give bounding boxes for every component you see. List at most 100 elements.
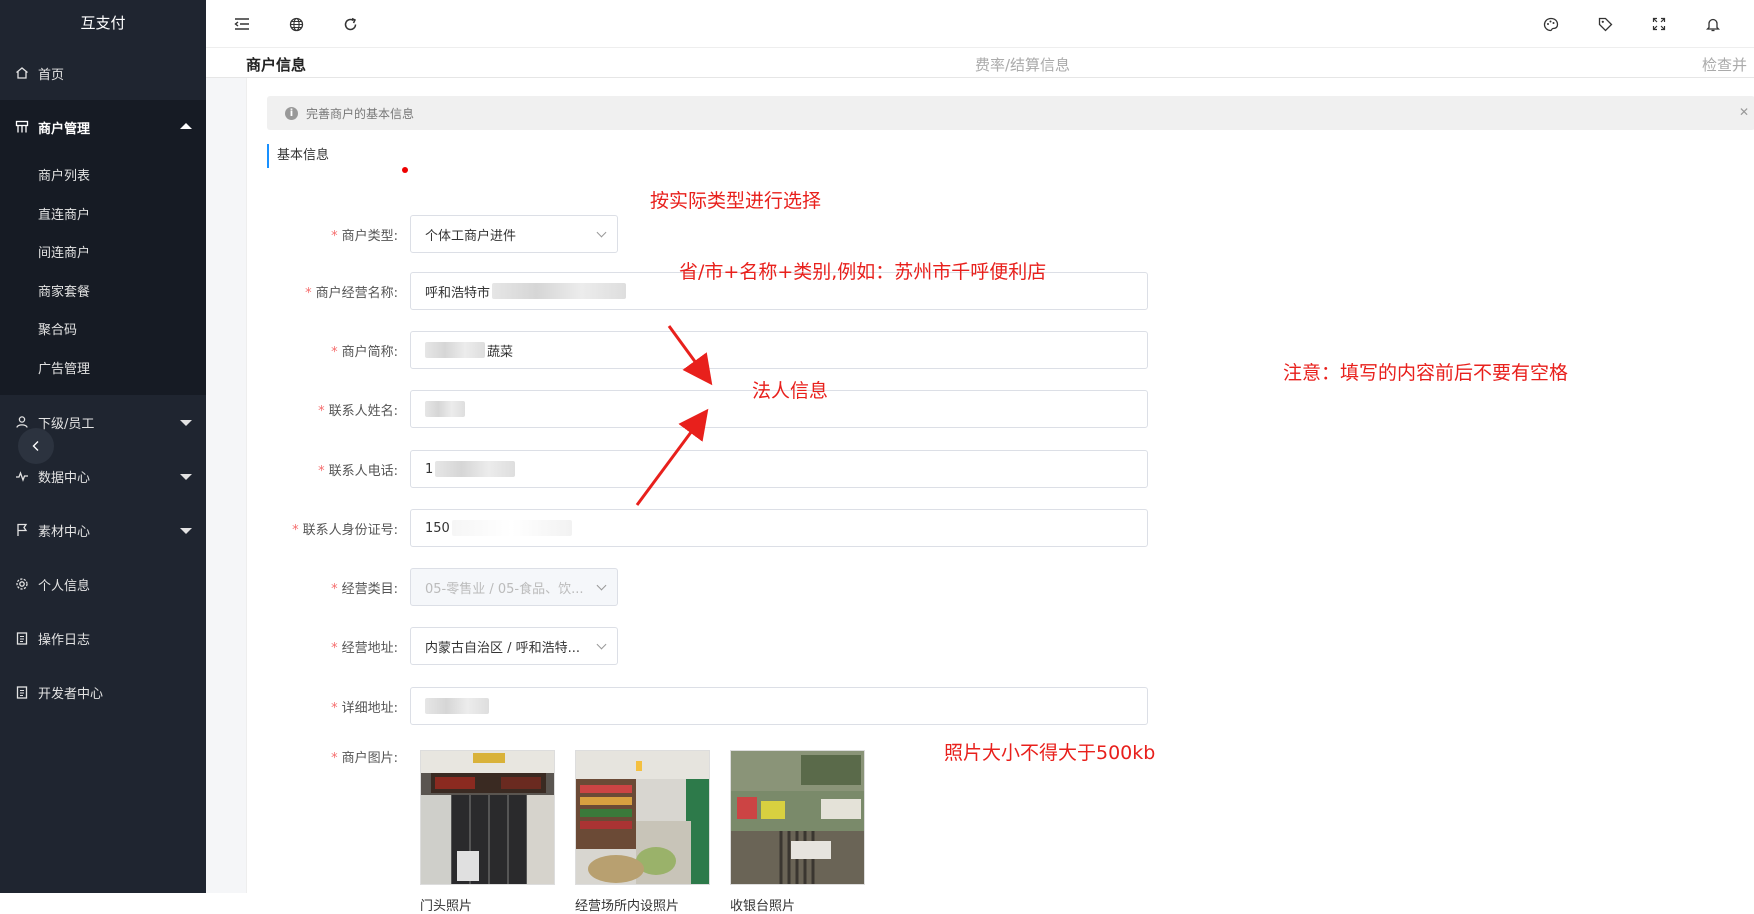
form-row-merchant-type: * 商户类型: 个体工商户进件	[247, 215, 618, 253]
annotation-no-spaces: 注意：填写的内容前后不要有空格	[1283, 362, 1569, 384]
input-value: 1	[425, 461, 434, 477]
form-label: * 联系人身份证号:	[292, 522, 398, 538]
checkout-counter-photo[interactable]	[730, 750, 865, 885]
sidebar-item-operation-log[interactable]: 操作日志	[0, 611, 206, 665]
redacted-text	[435, 461, 516, 477]
form-label: * 商户经营名称:	[305, 285, 398, 301]
menu-fold-icon[interactable]	[232, 14, 252, 34]
sidebar-subitem-aggregate-code[interactable]: 聚合码	[0, 312, 206, 351]
form-label: * 经营类目:	[331, 581, 398, 597]
sidebar-item-developer-center[interactable]: 开发者中心	[0, 665, 206, 719]
sidebar-subitem-label: 广告管理	[38, 361, 91, 377]
redacted-text	[451, 520, 572, 536]
interior-photo[interactable]	[575, 750, 710, 885]
top-bar	[206, 0, 1754, 48]
chevron-down-icon	[180, 528, 192, 534]
form-label: * 商户类型:	[331, 228, 398, 244]
sidebar-subitem-direct-merchant[interactable]: 直连商户	[0, 197, 206, 236]
address-select[interactable]: 内蒙古自治区 / 呼和浩特...	[410, 627, 618, 665]
chevron-up-icon	[180, 123, 192, 129]
home-icon	[14, 65, 30, 81]
sidebar-subitem-merchant-list[interactable]: 商户列表	[0, 158, 206, 197]
form-label: * 详细地址:	[331, 700, 398, 716]
sidebar-item-profile[interactable]: 个人信息	[0, 557, 206, 611]
annotation-select-type: 按实际类型进行选择	[650, 190, 822, 212]
sidebar-collapse-button[interactable]	[18, 428, 54, 464]
gear-icon	[14, 576, 30, 592]
user-icon	[14, 414, 30, 430]
sidebar-item-merchant-management[interactable]: 商户管理	[0, 100, 206, 154]
alert-text: 完善商户的基本信息	[306, 106, 415, 121]
sidebar-item-home[interactable]: 首页	[0, 46, 206, 100]
sidebar: 互支付 首页 商户管理 商户列表 直连商户 间连商户 商家套餐 聚合码 广告管理…	[0, 0, 206, 893]
photo-caption: 门头照片	[420, 899, 473, 914]
tag-icon[interactable]	[1595, 14, 1615, 34]
app-logo: 互支付	[80, 14, 126, 32]
redacted-text	[425, 342, 485, 358]
chevron-down-icon	[180, 420, 192, 426]
grid-icon	[14, 119, 30, 135]
sidebar-subitem-indirect-merchant[interactable]: 间连商户	[0, 235, 206, 274]
contact-id-input[interactable]: 150	[410, 509, 1148, 547]
palette-icon[interactable]	[1541, 14, 1561, 34]
form-label: * 联系人姓名:	[318, 403, 398, 419]
redacted-text	[492, 283, 627, 299]
input-value: 150	[425, 520, 450, 536]
merchant-submenu: 商户列表 直连商户 间连商户 商家套餐 聚合码 广告管理	[0, 154, 206, 395]
sidebar-item-label: 个人信息	[38, 578, 91, 594]
select-value: 内蒙古自治区 / 呼和浩特...	[425, 640, 581, 656]
step-bar: 商户信息 费率/结算信息 检查并提	[206, 48, 1754, 95]
form-label: * 商户图片:	[331, 751, 398, 766]
annotation-legal-info: 法人信息	[752, 380, 829, 402]
bell-icon[interactable]	[1703, 14, 1723, 34]
main-content: 商户信息 费率/结算信息 检查并提 i 完善商户的基本信息 ✕ 基本信息 *商户…	[206, 48, 1754, 914]
flag-icon	[14, 522, 30, 538]
merchant-type-select[interactable]: 个体工商户进件	[410, 215, 618, 253]
info-icon: i	[285, 106, 298, 120]
form-row-detail-address: * 详细地址:	[247, 687, 1148, 725]
annotation-name-format: 省/市+名称+类别,例如：苏州市千呼便利店	[679, 261, 1047, 283]
section-title: 基本信息	[267, 144, 329, 168]
category-select[interactable]: 05-零售业 / 05-食品、饮...	[410, 568, 618, 606]
contact-phone-input[interactable]: 1	[410, 450, 1148, 488]
sidebar-item-label: 首页	[38, 67, 65, 83]
form-label: * 商户简称:	[331, 344, 398, 360]
sidebar-subitem-ad-management[interactable]: 广告管理	[0, 351, 206, 390]
annotation-dot	[402, 167, 408, 173]
chevron-down-icon	[180, 474, 192, 480]
step-rate-settlement[interactable]: 费率/结算信息	[975, 54, 1070, 75]
sidebar-item-label: 下级/员工	[38, 416, 95, 432]
sidebar-item-material-center[interactable]: 素材中心	[0, 503, 206, 557]
redacted-text	[425, 401, 465, 417]
globe-icon[interactable]	[286, 14, 306, 34]
select-value: 05-零售业 / 05-食品、饮...	[425, 581, 584, 597]
form-row-contact-phone: * 联系人电话: 1	[247, 450, 1148, 488]
form-row-contact-id: * 联系人身份证号: 150	[247, 509, 1148, 547]
fullscreen-icon[interactable]	[1649, 14, 1669, 34]
input-value: 呼和浩特市	[425, 285, 491, 301]
pulse-icon	[14, 468, 30, 484]
annotation-photo-size: 照片大小不得大于500kb	[944, 742, 1156, 764]
form-row-contact-name: * 联系人姓名:	[247, 390, 1148, 428]
form-card: i 完善商户的基本信息 ✕ 基本信息 * 商户类型: 个体工商户进件 * 商户经营名…	[246, 78, 1754, 914]
step-merchant-info[interactable]: 商户信息	[246, 54, 306, 75]
form-row-category: * 经营类目: 05-零售业 / 05-食品、饮...	[247, 568, 618, 606]
form-row-photos: * 商户图片:	[247, 747, 410, 771]
sidebar-subitem-merchant-package[interactable]: 商家套餐	[0, 274, 206, 313]
sidebar-item-label: 素材中心	[38, 524, 91, 540]
form-row-address: * 经营地址: 内蒙古自治区 / 呼和浩特...	[247, 627, 618, 665]
storefront-photo[interactable]	[420, 750, 555, 885]
close-icon[interactable]: ✕	[1739, 105, 1749, 119]
input-value: 蔬菜	[487, 344, 514, 360]
refresh-icon[interactable]	[340, 14, 360, 34]
photo-caption: 经营场所内设照片	[575, 899, 680, 914]
select-value: 个体工商户进件	[425, 228, 517, 244]
sidebar-item-label: 商户管理	[38, 121, 91, 137]
clipboard-icon	[14, 630, 30, 646]
detail-address-input[interactable]	[410, 687, 1148, 725]
short-name-input[interactable]: 蔬菜	[410, 331, 1148, 369]
form-label: * 经营地址:	[331, 640, 398, 656]
sidebar-item-label: 数据中心	[38, 470, 91, 486]
clipboard-icon	[14, 684, 30, 700]
sidebar-item-label: 操作日志	[38, 632, 91, 648]
